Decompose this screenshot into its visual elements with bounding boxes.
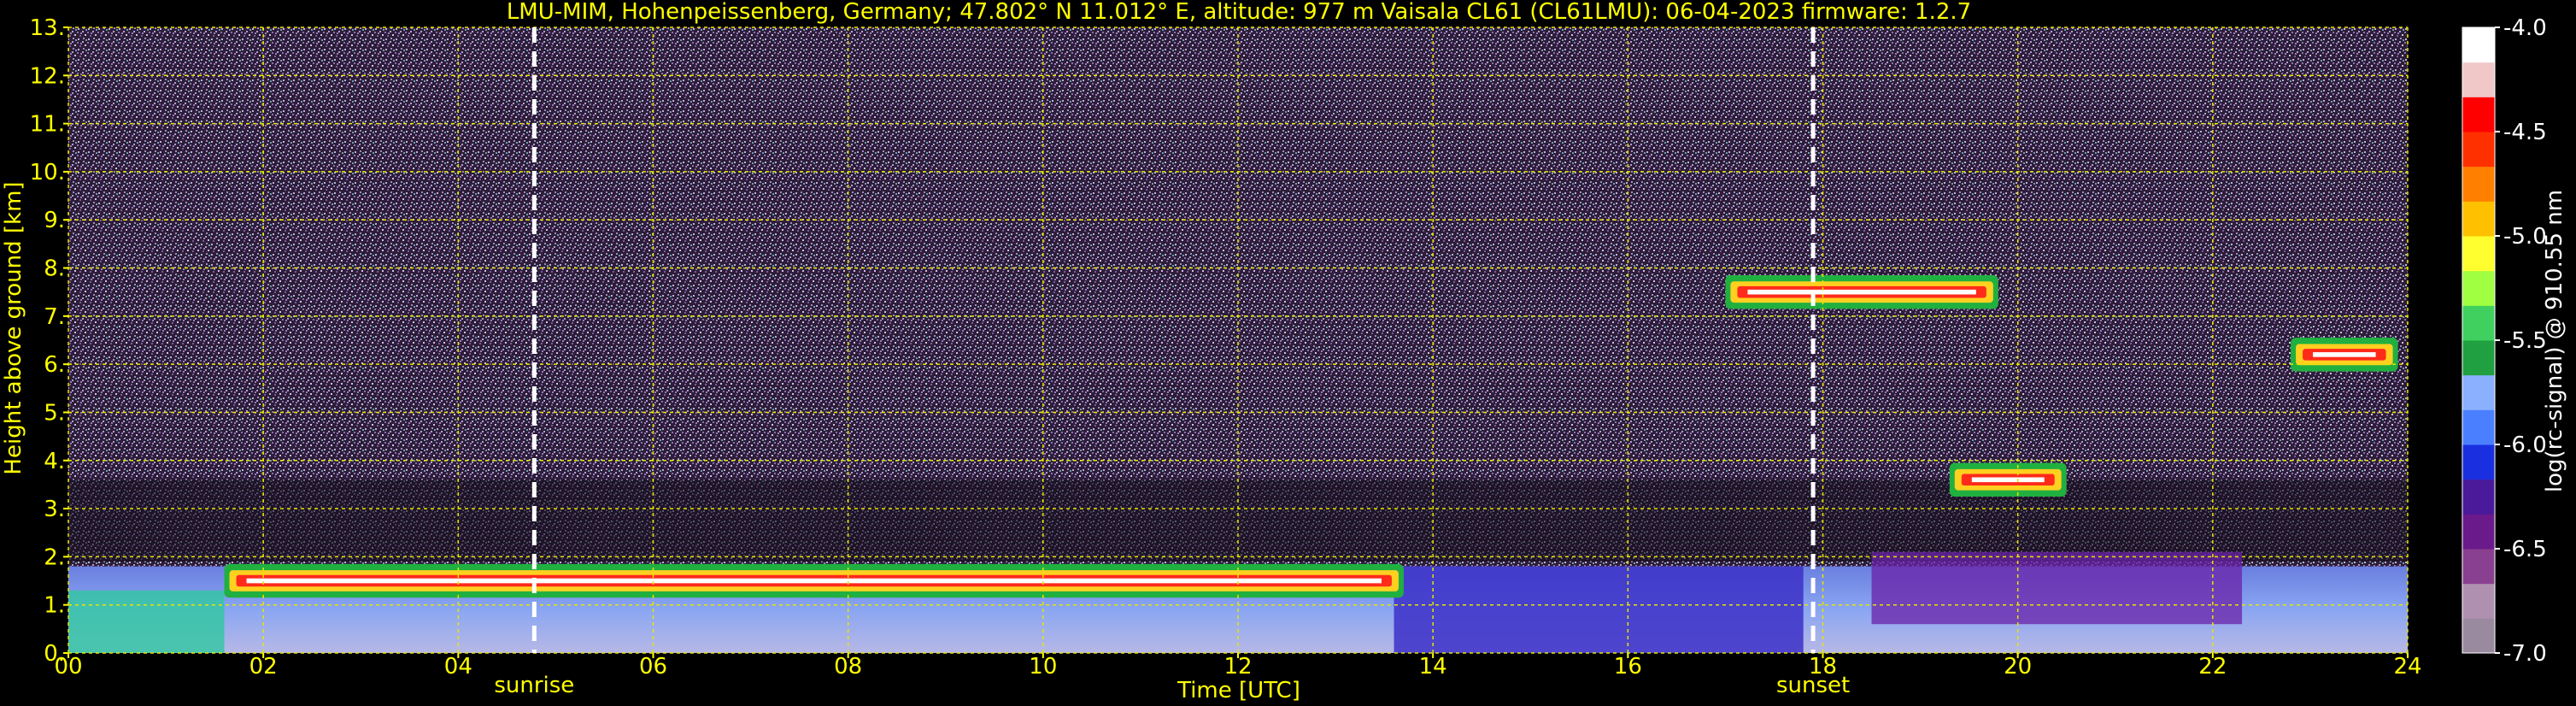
y-tick-label: 0. <box>44 641 65 667</box>
colorbar-segment <box>2462 97 2495 132</box>
x-axis-label: Time [UTC] <box>1177 678 1300 703</box>
event-labels: sunrise sunset <box>494 673 1850 698</box>
y-tick-label: 8. <box>44 256 65 282</box>
y-tick-label: 2. <box>44 544 65 570</box>
colorbar-segment <box>2462 340 2495 376</box>
colorbar-segment <box>2462 132 2495 168</box>
chart-title: LMU-MIM, Hohenpeissenberg, Germany; 47.8… <box>507 0 1971 25</box>
feature-2-peak <box>1747 289 1976 295</box>
y-axis-ticks: 0. 1. 2. 3. 4. 5. 6. 7. 8. 9. 10. 11. 12. 13. <box>30 15 68 667</box>
y-tick-label: 9. <box>44 208 65 233</box>
colorbar-segment <box>2462 618 2495 654</box>
colorbar-tick-label: -7.0 <box>2503 641 2547 667</box>
y-tick-label: 10. <box>30 160 65 185</box>
feature-0-upper <box>1871 551 2243 625</box>
x-tick-label: 12 <box>1223 654 1252 680</box>
x-tick-label: 24 <box>2393 654 2421 680</box>
colorbar-segment <box>2462 409 2495 445</box>
x-tick-label: 02 <box>249 654 278 680</box>
y-tick-label: 1. <box>44 593 65 619</box>
y-tick-label: 6. <box>44 352 65 378</box>
colorbar-tick-label: -6.0 <box>2503 432 2547 458</box>
y-tick-label: 4. <box>44 449 65 474</box>
colorbar-segment <box>2462 236 2495 272</box>
plot-area <box>67 26 2409 654</box>
event-label-sunset: sunset <box>1776 673 1850 698</box>
x-tick-label: 04 <box>444 654 472 680</box>
x-axis-ticks: 00 02 04 06 08 10 12 14 16 18 20 22 24 <box>54 653 2422 680</box>
colorbar-segment <box>2462 479 2495 515</box>
event-label-sunrise: sunrise <box>494 673 574 698</box>
colorbar-segment <box>2462 166 2495 202</box>
feature-0-core <box>1394 566 1804 653</box>
feature-3-peak <box>1971 477 2045 483</box>
colorbar-label: log(rc-signal) @ 910.55 nm <box>2542 190 2567 492</box>
colorbar-segment <box>2462 549 2495 585</box>
y-tick-label: 3. <box>44 497 65 522</box>
colorbar-segment <box>2462 201 2495 237</box>
y-tick-label: 7. <box>44 304 65 330</box>
colorbar-tick-label: -6.5 <box>2503 537 2547 562</box>
x-tick-label: 08 <box>834 654 862 680</box>
y-axis-label: Height above ground [km] <box>1 181 26 474</box>
y-tick-label: 12. <box>30 63 65 89</box>
colorbar-tick-label: -4.0 <box>2503 15 2547 41</box>
colorbar-tick-label: -4.5 <box>2503 120 2547 145</box>
colorbar-segment <box>2462 583 2495 619</box>
colorbar: -4.0 -4.5 -5.0 -5.5 -6.0 -6.5 -7.0 <box>2462 15 2547 667</box>
colorbar-segment <box>2462 374 2495 410</box>
y-tick-label: 13. <box>30 15 65 41</box>
feature-4-peak <box>2313 352 2376 357</box>
feature-0-lowlevel <box>68 590 225 653</box>
colorbar-segment <box>2462 27 2495 63</box>
colorbar-segment <box>2462 270 2495 306</box>
colorbar-segment <box>2462 305 2495 341</box>
ceilometer-chart: LMU-MIM, Hohenpeissenberg, Germany; 47.8… <box>1 0 2567 703</box>
y-tick-label: 5. <box>44 400 65 426</box>
x-tick-label: 20 <box>2004 654 2032 680</box>
x-tick-label: 10 <box>1029 654 1057 680</box>
colorbar-segment <box>2462 514 2495 550</box>
feature-1-peak <box>246 578 1382 584</box>
colorbar-tick-label: -5.5 <box>2503 328 2547 354</box>
x-tick-label: 06 <box>639 654 667 680</box>
x-tick-label: 14 <box>1419 654 1447 680</box>
x-tick-label: 16 <box>1614 654 1642 680</box>
colorbar-tick-label: -5.0 <box>2503 224 2547 250</box>
y-tick-label: 11. <box>30 112 65 138</box>
colorbar-segment <box>2462 62 2495 97</box>
x-tick-label: 22 <box>2198 654 2227 680</box>
colorbar-segment <box>2462 444 2495 480</box>
